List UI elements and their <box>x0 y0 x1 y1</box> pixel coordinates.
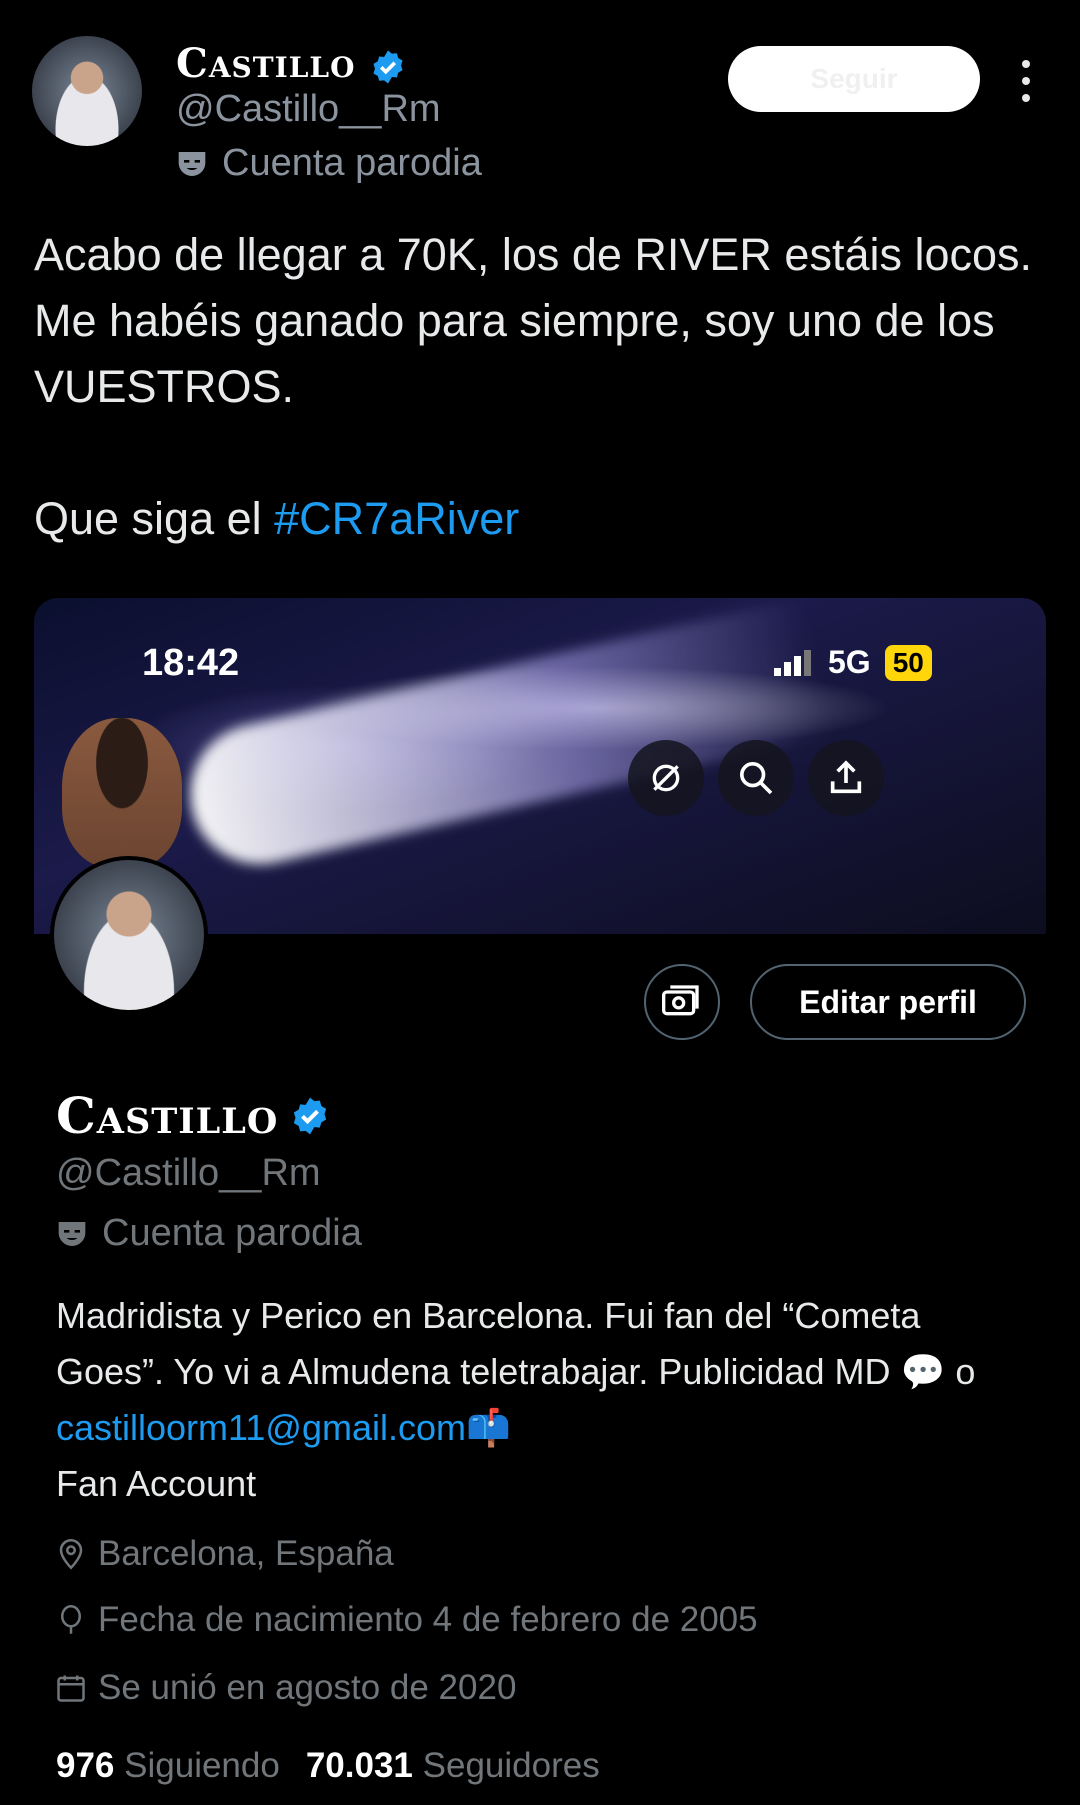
avatar[interactable] <box>32 36 142 146</box>
signal-icon <box>774 649 811 676</box>
joined-text: Se unió en agosto de 2020 <box>98 1668 517 1707</box>
author-name[interactable]: Castillo <box>176 40 406 87</box>
profile-joined: Se unió en agosto de 2020 <box>56 1668 516 1708</box>
following-count: 976 <box>56 1746 115 1785</box>
battery-indicator: 50 <box>884 644 932 681</box>
mailbox-icon: 📫 <box>466 1407 511 1448</box>
edit-profile-button[interactable]: Editar perfil <box>750 964 1026 1040</box>
search-icon <box>740 762 773 795</box>
location-text: Barcelona, España <box>98 1534 394 1573</box>
bio-text: Fan Account <box>56 1463 257 1504</box>
grok-icon <box>652 764 680 792</box>
profile-name-text: Castillo <box>56 1086 279 1145</box>
tweet-text-prefix: Que siga el <box>34 493 275 544</box>
profile-bio: Madridista y Perico en Barcelona. Fui fa… <box>56 1288 1036 1512</box>
hashtag-link[interactable]: #CR7aRiver <box>274 493 519 544</box>
profile-location: Barcelona, España <box>56 1534 394 1574</box>
search-button[interactable] <box>718 740 794 816</box>
profile-avatar[interactable] <box>50 856 208 1014</box>
money-button[interactable] <box>644 964 720 1040</box>
grok-button[interactable] <box>628 740 704 816</box>
balloon-icon <box>61 1605 81 1634</box>
verified-badge-icon <box>294 1097 327 1134</box>
author-name-text: Castillo <box>176 40 356 87</box>
profile-name: Castillo <box>56 1086 330 1145</box>
tweet-text-line: Que siga el #CR7aRiver <box>34 486 1044 552</box>
following-stat[interactable]: 976 Siguiendo <box>56 1746 280 1786</box>
parody-label-text: Cuenta parodia <box>222 142 482 184</box>
location-pin-icon <box>59 1538 83 1570</box>
mask-icon <box>58 1221 86 1246</box>
speech-bubble-icon: 💬 <box>900 1351 946 1392</box>
status-icons: 5G 50 <box>774 644 932 681</box>
bio-text: o <box>945 1351 976 1392</box>
comet-graphic <box>176 598 832 879</box>
following-label: Siguiendo <box>124 1746 280 1785</box>
profile-parody-label: Cuenta parodia <box>56 1212 362 1255</box>
more-options-icon[interactable] <box>1016 56 1036 106</box>
bio-email-link[interactable]: castilloorm11@gmail.com <box>56 1407 466 1448</box>
verified-badge-icon <box>373 50 403 84</box>
profile-handle: @Castillo__Rm <box>56 1152 321 1194</box>
profile-birthdate: Fecha de nacimiento 4 de febrero de 2005 <box>56 1600 758 1640</box>
follow-stats: 976 Siguiendo 70.031 Seguidores <box>56 1746 600 1786</box>
profile-parody-text: Cuenta parodia <box>102 1212 362 1254</box>
followers-label: Seguidores <box>422 1746 600 1785</box>
tweet-header: Castillo @Castillo__Rm Cuenta parodia Se… <box>0 0 1080 200</box>
mask-icon <box>178 151 206 176</box>
parody-label: Cuenta parodia <box>176 142 482 185</box>
attached-image[interactable]: 18:42 5G 50 Editar perfil Castillo @Cast… <box>34 598 1046 1805</box>
tweet-text: Acabo de llegar a 70K, los de RIVER está… <box>34 222 1044 552</box>
author-handle[interactable]: @Castillo__Rm <box>176 88 441 131</box>
followers-stat[interactable]: 70.031 Seguidores <box>306 1746 600 1786</box>
follow-button[interactable]: Seguir <box>728 46 980 112</box>
share-icon <box>830 760 862 794</box>
birthdate-text: Fecha de nacimiento 4 de febrero de 2005 <box>98 1600 758 1639</box>
bio-text: Madridista y Perico en Barcelona. Fui fa… <box>56 1295 921 1392</box>
face-graphic <box>62 718 182 868</box>
money-icon <box>662 985 699 1016</box>
followers-count: 70.031 <box>305 1746 413 1785</box>
status-time: 18:42 <box>142 642 240 684</box>
network-label: 5G <box>828 644 871 680</box>
calendar-icon <box>57 1675 85 1702</box>
tweet-text-line: Acabo de llegar a 70K, los de RIVER está… <box>34 229 1033 412</box>
share-button[interactable] <box>808 740 884 816</box>
